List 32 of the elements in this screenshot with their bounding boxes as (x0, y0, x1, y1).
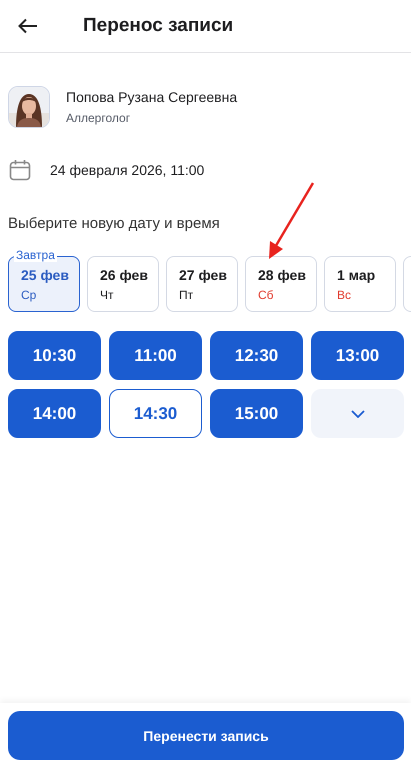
time-slot[interactable]: 12:30 (210, 331, 303, 380)
date-chip[interactable]: 27 фев Пт (166, 256, 238, 312)
date-label: 25 фев (21, 266, 69, 282)
time-slot[interactable]: 14:30 (109, 389, 202, 438)
time-slot[interactable]: 10:30 (8, 331, 101, 380)
calendar-icon (9, 159, 31, 181)
time-slot[interactable]: 14:00 (8, 389, 101, 438)
date-label: 26 фев (100, 266, 148, 282)
weekday-label: Вс (337, 288, 352, 302)
appointment-date: 24 февраля 2026, 11:00 (50, 162, 204, 178)
time-slot[interactable]: 11:00 (109, 331, 202, 380)
chevron-down-icon (350, 410, 364, 418)
expand-button[interactable] (311, 389, 404, 438)
section-heading: Выберите новую дату и время (8, 215, 221, 232)
doctor-specialty: Аллерголог (66, 111, 132, 125)
date-label: 1 мар (337, 266, 376, 282)
weekday-label: Чт (100, 288, 114, 302)
date-chip[interactable]: 26 фев Чт (87, 256, 159, 312)
weekday-label: Сб (258, 288, 274, 302)
tomorrow-label: Завтра (14, 248, 57, 262)
weekday-label: Ср (21, 288, 36, 302)
date-label: 27 фев (179, 266, 227, 282)
doctor-name: Попова Рузана Сергеевна (66, 89, 238, 105)
weekday-label: Пт (179, 288, 194, 302)
date-chip[interactable]: 1 мар Вс (324, 256, 396, 312)
page-title: Перенос записи (83, 15, 234, 37)
back-button[interactable] (18, 17, 40, 35)
time-slot[interactable]: 15:00 (210, 389, 303, 438)
date-chip[interactable]: 28 фев Сб (245, 256, 317, 312)
date-label: 28 фев (258, 266, 306, 282)
submit-button[interactable]: Перенести запись (8, 711, 404, 760)
time-slot[interactable]: 13:00 (311, 331, 404, 380)
